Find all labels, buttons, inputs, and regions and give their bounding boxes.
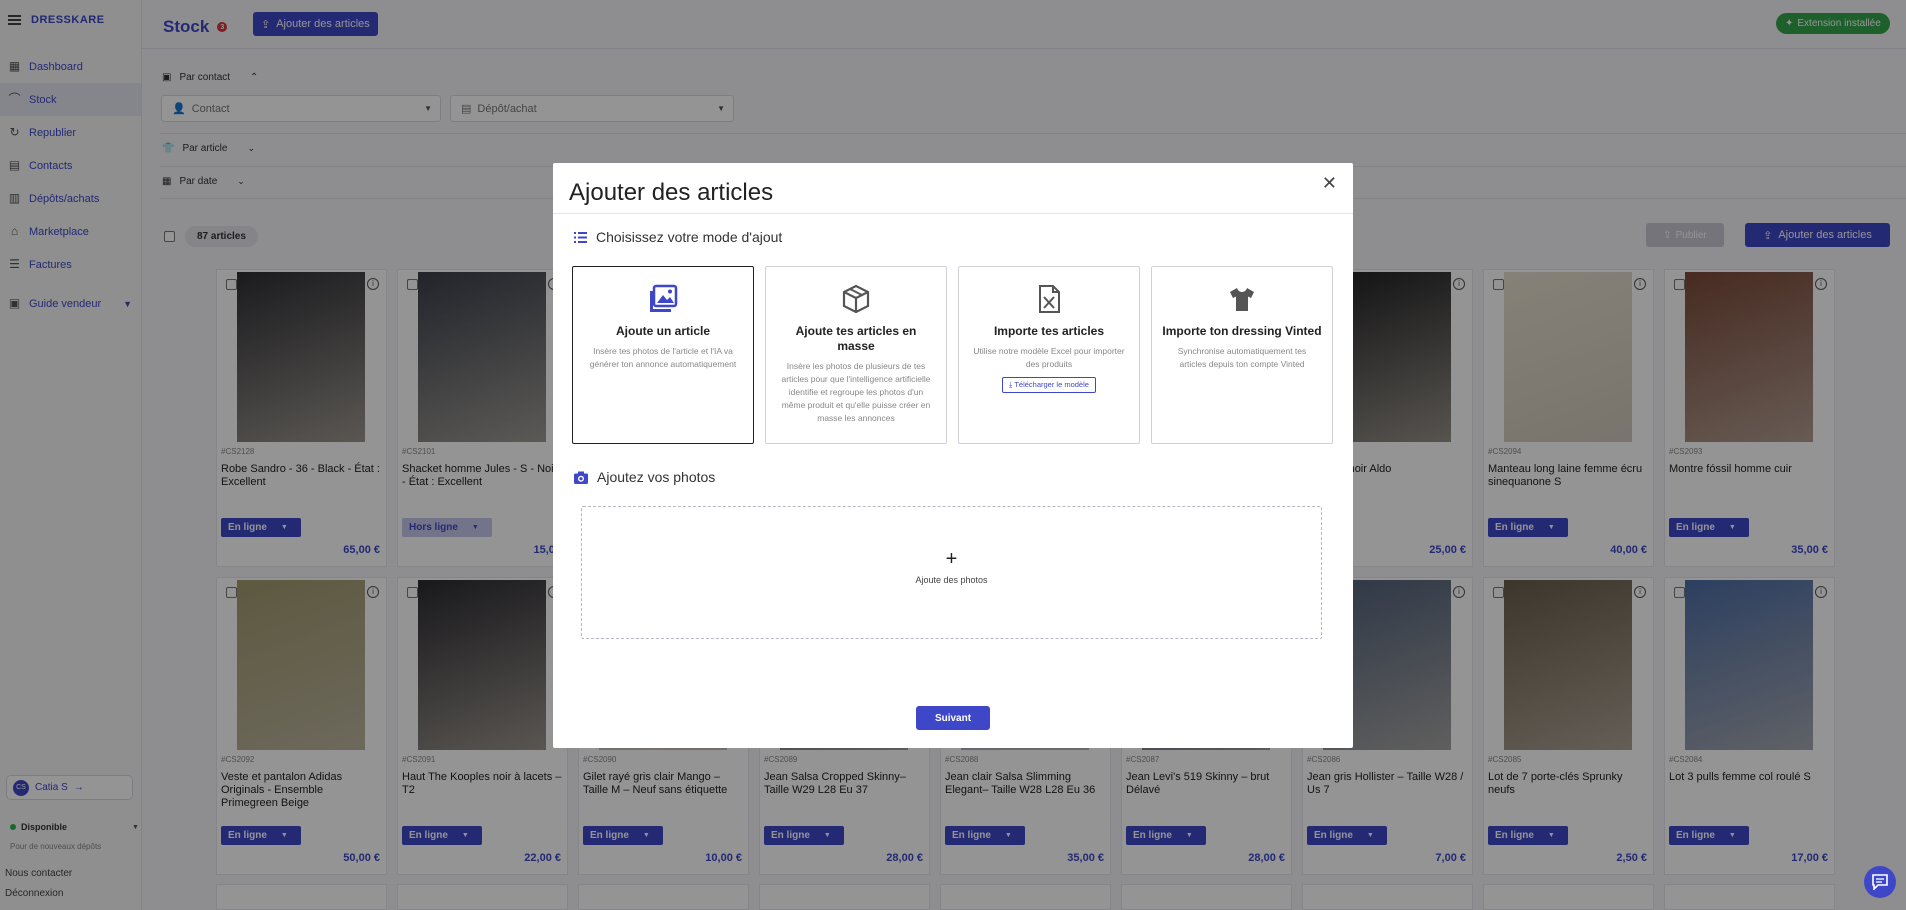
option-description: Insère les photos de plusieurs de tes ar… xyxy=(781,361,931,423)
close-icon[interactable]: ✕ xyxy=(1322,173,1337,194)
option-single-article[interactable]: Ajoute un article Insère tes photos de l… xyxy=(572,266,754,444)
excel-icon xyxy=(1039,285,1060,313)
option-bulk-articles[interactable]: Ajoute tes articles en masse Insère les … xyxy=(765,266,947,444)
option-title: Importe tes articles xyxy=(993,324,1105,338)
photos-section-title: Ajoutez vos photos xyxy=(574,469,715,485)
section-title-text: Choisissez votre mode d'ajout xyxy=(596,229,783,245)
plus-icon: + xyxy=(945,548,958,570)
photo-dropzone[interactable]: + Ajoute des photos xyxy=(581,506,1322,639)
option-description: Synchronise automatiquement tes articles… xyxy=(1177,346,1307,369)
option-import-excel[interactable]: Importe tes articles Utilise notre modèl… xyxy=(958,266,1140,444)
chat-button[interactable] xyxy=(1864,866,1896,898)
mode-section-title: Choisissez votre mode d'ajout xyxy=(574,229,782,245)
mode-options: Ajoute un article Insère tes photos de l… xyxy=(572,266,1333,444)
image-icon xyxy=(650,284,678,312)
camera-icon xyxy=(574,471,588,484)
box-icon xyxy=(842,284,870,314)
chat-icon xyxy=(1872,874,1888,890)
tshirt-icon xyxy=(1230,288,1254,311)
option-description: Utilise notre modèle Excel pour importer… xyxy=(973,346,1125,369)
dropzone-label: Ajoute des photos xyxy=(915,575,988,585)
option-title: Ajoute un article xyxy=(615,324,710,338)
option-description: Insère tes photos de l'article et l'IA v… xyxy=(589,346,737,369)
section-title-text: Ajoutez vos photos xyxy=(597,469,716,485)
divider xyxy=(553,213,1353,214)
next-button[interactable]: Suivant xyxy=(916,706,990,730)
download-label: Télécharger le modèle xyxy=(1014,380,1089,389)
download-template-button[interactable]: ⤓ Télécharger le modèle xyxy=(1002,377,1096,393)
option-title: Importe ton dressing Vinted xyxy=(1162,324,1322,338)
modal-title: Ajouter des articles xyxy=(569,179,774,206)
option-import-vinted[interactable]: Importe ton dressing Vinted Synchronise … xyxy=(1151,266,1333,444)
list-icon xyxy=(574,231,587,243)
add-articles-modal: Ajouter des articles ✕ Choisissez votre … xyxy=(553,163,1353,748)
option-title: Ajoute tes articles en masse xyxy=(795,324,917,353)
